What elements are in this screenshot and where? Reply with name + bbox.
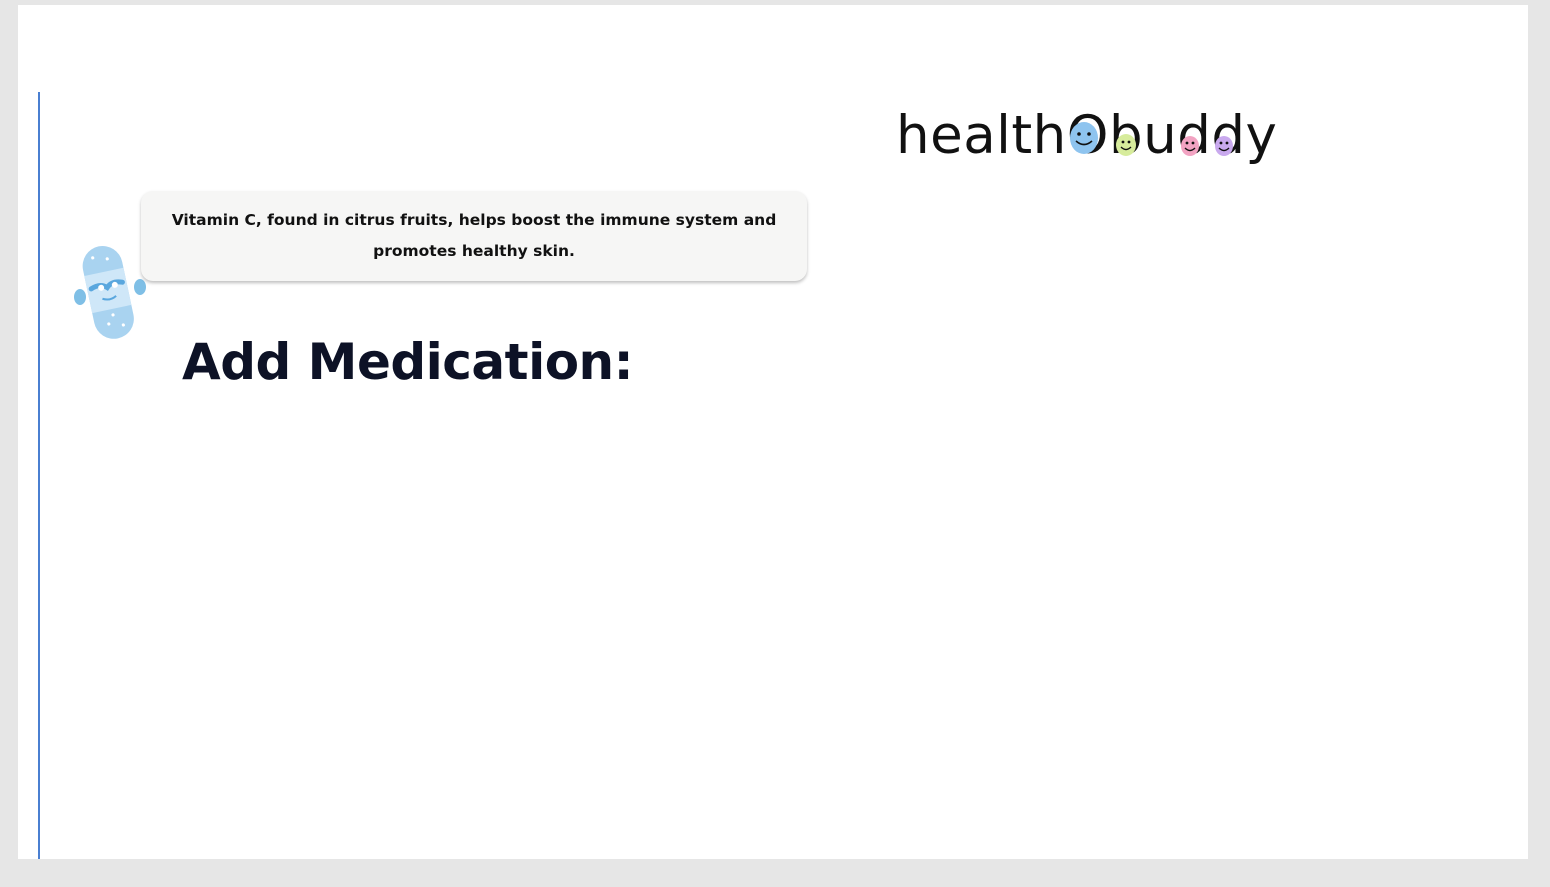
health-tip-text: Vitamin C, found in citrus fruits, helps…	[171, 211, 777, 260]
logo-text-suffix: y	[1245, 104, 1278, 166]
left-divider	[38, 92, 40, 859]
health-tip-bubble: Vitamin C, found in citrus fruits, helps…	[141, 191, 807, 281]
logo-text-prefix: health	[896, 104, 1067, 166]
logo-d1-with-face: d	[1177, 105, 1211, 166]
logo-d2-with-face: d	[1211, 105, 1245, 166]
smiley-green-icon	[1116, 133, 1136, 156]
page-canvas: health O bu d	[18, 5, 1528, 859]
page-title: Add Medication:	[182, 333, 634, 391]
logo-b-with-face: bu	[1109, 105, 1177, 166]
logo-face-blue-icon: O	[1067, 105, 1109, 166]
healthbuddy-logo[interactable]: health O bu d	[896, 100, 1277, 170]
smiley-blue-icon	[1069, 121, 1098, 154]
bandage-mascot-icon	[72, 241, 148, 341]
